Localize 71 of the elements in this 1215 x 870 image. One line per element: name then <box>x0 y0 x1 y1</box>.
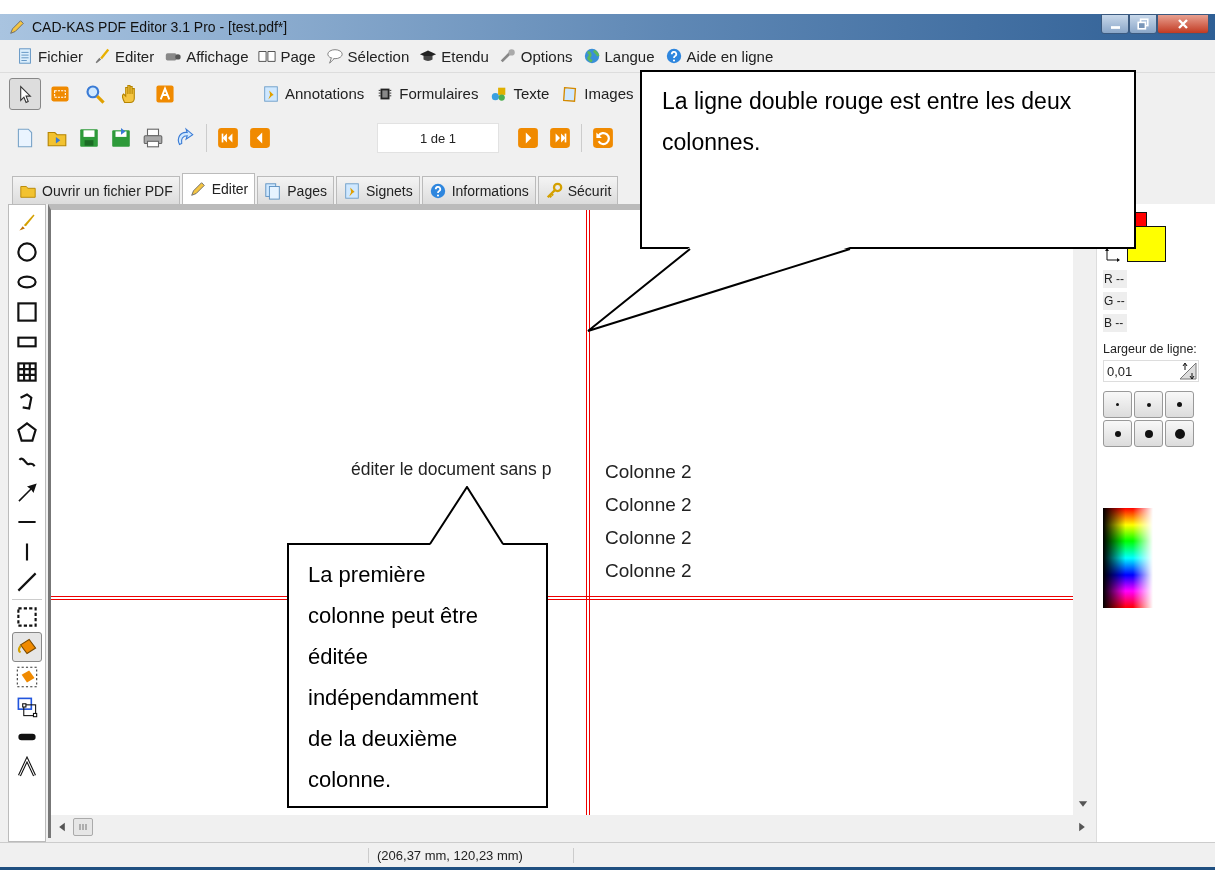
brush-icon <box>93 47 111 65</box>
tab[interactable]: Informations <box>421 176 536 204</box>
tab[interactable]: Pages <box>257 176 334 204</box>
page-number-field[interactable]: 1 de 1 <box>377 123 499 153</box>
column-text: Colonne 2 <box>605 560 692 582</box>
save-icon[interactable] <box>78 127 100 149</box>
dot-size-button[interactable] <box>1134 420 1163 447</box>
column-text: Colonne 2 <box>605 494 692 516</box>
help-icon <box>664 47 683 65</box>
tab[interactable]: Signets <box>336 176 420 204</box>
menu-item[interactable]: Options <box>496 47 575 65</box>
cursor-coordinates: (206,37 mm, 120,23 mm) <box>368 847 574 863</box>
line-width-field[interactable]: 0,01 <box>1103 360 1199 382</box>
restore-button[interactable] <box>1129 14 1157 34</box>
callout-text: La ligne double rouge est entre les deux colonnes. <box>662 87 1073 157</box>
mode-button[interactable]: Texte <box>489 84 551 103</box>
menu-item[interactable]: Etendu <box>417 47 491 65</box>
close-button[interactable] <box>1157 14 1209 34</box>
document-text: éditer le document sans p <box>351 459 552 480</box>
window-title: CAD-KAS PDF Editor 3.1 Pro - [test.pdf*] <box>32 19 288 35</box>
globe-icon <box>582 47 601 65</box>
mode-button[interactable]: Formulaires <box>375 84 480 103</box>
tab[interactable]: Sécurit <box>537 176 619 204</box>
menu-item[interactable]: Langue <box>580 47 657 65</box>
spinner-icon[interactable] <box>1178 361 1198 381</box>
pages-icon <box>264 181 283 200</box>
dot-icon <box>1114 430 1121 437</box>
restore-icon <box>1135 16 1151 32</box>
dot-size-button[interactable] <box>1134 391 1163 418</box>
help-icon <box>428 181 447 200</box>
menu-item[interactable]: Editer <box>91 47 157 65</box>
scrollbar-thumb[interactable] <box>73 817 93 836</box>
pushpin-icon <box>262 84 280 103</box>
column-text: Colonne 2 <box>605 461 692 483</box>
line-width-label: Largeur de ligne: <box>1103 342 1198 356</box>
dot-size-button[interactable] <box>1103 420 1132 447</box>
menu-item[interactable]: Aide en ligne <box>662 47 776 65</box>
mode-button[interactable]: Annotations <box>261 84 366 103</box>
key-icon <box>544 181 563 200</box>
printer-icon[interactable] <box>142 127 164 149</box>
mode-button[interactable]: Images <box>560 84 635 103</box>
dot-icon <box>1146 402 1151 407</box>
dot-icon <box>1177 402 1182 407</box>
dot-icon <box>1174 428 1185 439</box>
channel-label: G -- <box>1103 292 1127 310</box>
save-as-icon[interactable] <box>110 127 132 149</box>
tab[interactable]: Editer <box>181 173 256 204</box>
pen-icon <box>188 180 207 198</box>
menu-item[interactable]: Affichage <box>162 47 251 65</box>
paint-bucket-icon[interactable] <box>12 632 42 662</box>
menu-item[interactable]: Page <box>256 47 318 65</box>
tab[interactable]: Ouvrir un fichier PDF <box>12 176 180 204</box>
dot-size-button[interactable] <box>1165 391 1194 418</box>
dot-size-button[interactable] <box>1165 420 1194 447</box>
dot-icon <box>1116 403 1119 406</box>
minimize-button[interactable] <box>1101 14 1129 34</box>
channel-label: R -- <box>1103 270 1127 288</box>
pointer-icon[interactable] <box>9 77 41 110</box>
dot-icon <box>1144 429 1153 438</box>
minimize-icon <box>1110 26 1120 29</box>
dot-size-button[interactable] <box>1103 391 1132 418</box>
menu-item[interactable]: Fichier <box>14 47 85 65</box>
pushpin-icon <box>343 181 361 200</box>
menu-item[interactable]: Sélection <box>323 47 412 65</box>
pen-icon <box>8 18 26 36</box>
speech-bubble-icon <box>325 47 344 65</box>
callout-text: La première colonne peut être éditée indépendamment de la deuxième colonne. <box>308 561 480 794</box>
channel-label: B -- <box>1103 314 1127 332</box>
color-spectrum[interactable] <box>1103 508 1153 608</box>
column-text: Colonne 2 <box>605 527 692 549</box>
document-icon <box>16 47 34 65</box>
